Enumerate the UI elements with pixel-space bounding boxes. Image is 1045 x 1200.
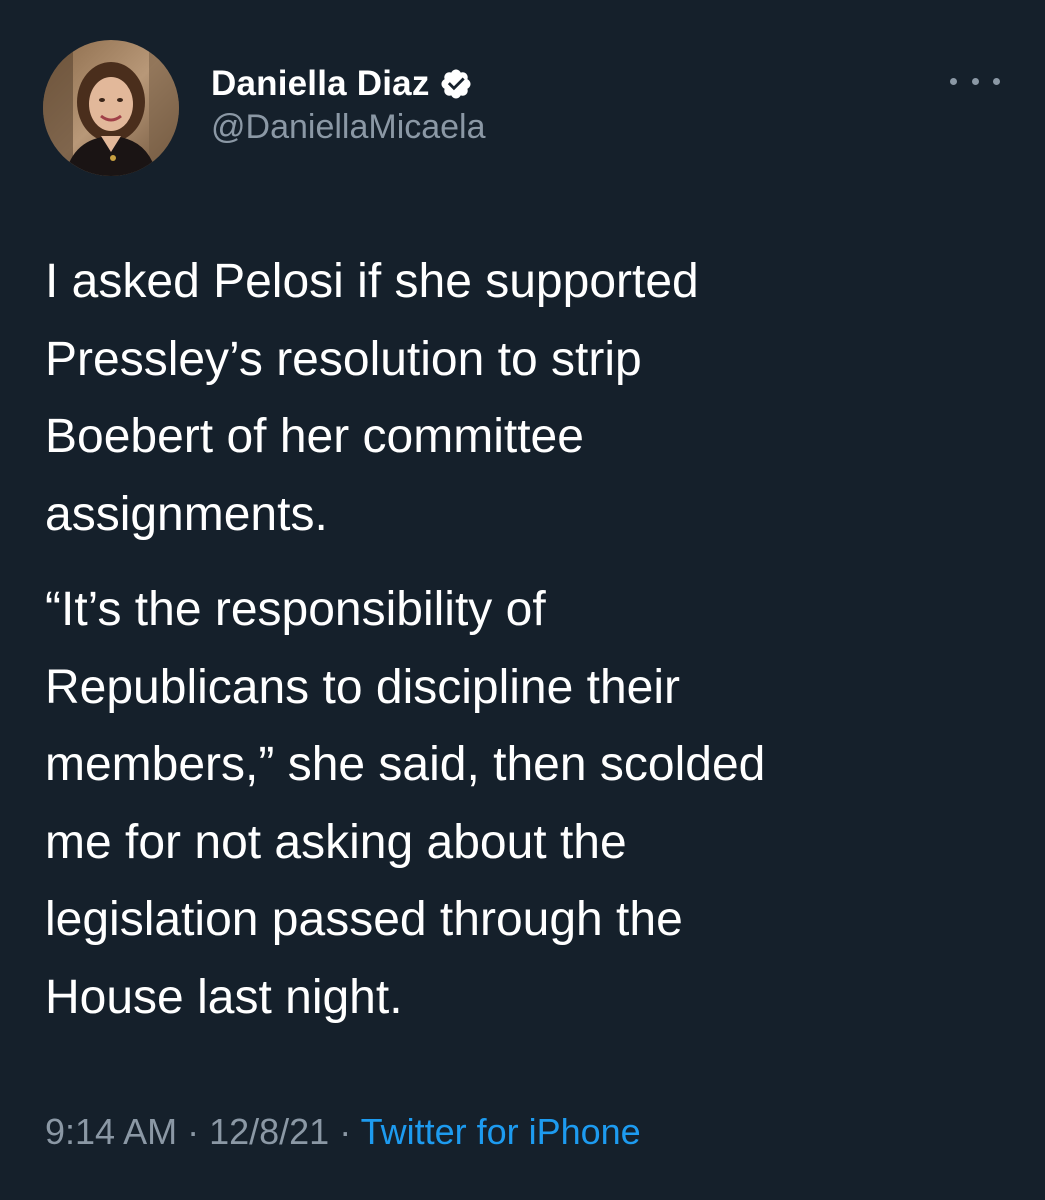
author-handle[interactable]: @DaniellaMicaela bbox=[211, 108, 486, 147]
meta-separator: · bbox=[329, 1111, 361, 1152]
dot-icon bbox=[971, 77, 979, 85]
dot-icon bbox=[950, 77, 957, 85]
avatar[interactable] bbox=[43, 40, 179, 176]
more-options-icon[interactable] bbox=[950, 66, 1000, 96]
tweet-card: Daniella Diaz @DaniellaMicaela I asked P… bbox=[0, 0, 1045, 1200]
tweet-date[interactable]: 12/8/21 bbox=[209, 1111, 329, 1152]
tweet-meta: 9:14 AM · 12/8/21 · Twitter for iPhone bbox=[45, 1111, 641, 1153]
author-name-row: Daniella Diaz bbox=[211, 60, 473, 108]
dot-icon bbox=[993, 77, 1000, 85]
profile-photo-icon bbox=[43, 40, 179, 176]
tweet-source-link[interactable]: Twitter for iPhone bbox=[361, 1111, 641, 1152]
author-display-name[interactable]: Daniella Diaz bbox=[211, 64, 430, 104]
meta-separator: · bbox=[177, 1111, 210, 1152]
tweet-text-paragraph-1: I asked Pelosi if she supported Pressley… bbox=[45, 255, 699, 541]
tweet-time[interactable]: 9:14 AM bbox=[45, 1111, 177, 1152]
verified-badge-icon bbox=[439, 67, 473, 101]
tweet-text-paragraph-2: “It’s the responsibility of Republicans … bbox=[45, 583, 766, 1024]
